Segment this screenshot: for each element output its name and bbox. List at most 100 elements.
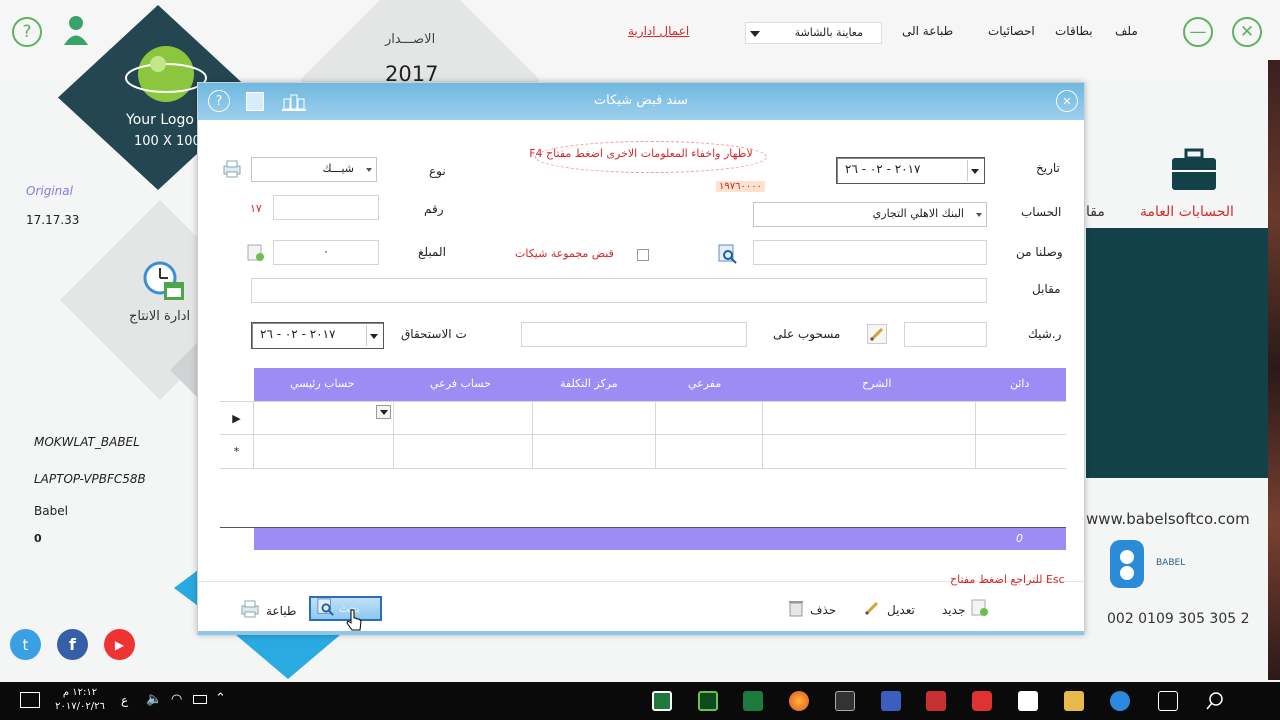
esc-hint: للتراجع اضغط مفتاح Esc [950, 573, 1065, 586]
edge-icon[interactable] [1110, 691, 1130, 711]
tools-icon[interactable] [835, 691, 855, 711]
new-button[interactable]: جديد [942, 599, 989, 620]
chevron-down-icon [380, 410, 388, 415]
clock[interactable]: ١٢:١٢ م ٢٠١٧/٠٢/٢٦ [55, 686, 105, 714]
search-icon[interactable] [1205, 691, 1225, 711]
battery-icon[interactable] [193, 695, 207, 704]
decor-blue-arrow [174, 570, 198, 606]
date-picker[interactable]: ٢٠١٧ - ٠٢ - ٢٦ [836, 157, 985, 184]
received-from-input[interactable] [753, 240, 987, 265]
hierarchy-icon[interactable] [282, 93, 306, 111]
type-combo[interactable]: شيـــك [251, 157, 377, 182]
excel-icon[interactable] [743, 691, 763, 711]
close-icon: ✕ [1239, 22, 1255, 42]
firefox-icon[interactable] [789, 691, 809, 711]
col-sub-account: حساب فرعي [430, 377, 491, 390]
language-indicator[interactable]: ع [121, 693, 128, 707]
menu-cards[interactable]: بطاقات [1055, 24, 1093, 38]
col-main-account: حساب رئيسي [290, 377, 355, 390]
col-credit: دائن [1010, 377, 1030, 390]
received-from-label: وصلنا من [1016, 245, 1063, 259]
amount-input[interactable]: ٠ [273, 240, 379, 265]
against-input[interactable] [251, 278, 987, 303]
user-name: MOKWLAT_BABEL [34, 435, 140, 449]
edit-pencil-icon[interactable] [867, 324, 887, 344]
red-app-icon[interactable] [972, 691, 992, 711]
app-c-icon[interactable] [652, 691, 672, 711]
decor-blue-triangle [236, 635, 340, 679]
twitter-icon[interactable]: t [10, 629, 41, 660]
account-combo[interactable]: البنك الاهلي التجاري [753, 202, 987, 227]
dialog-close-button[interactable]: ✕ [1056, 90, 1078, 112]
minimize-icon: — [1189, 22, 1207, 42]
dialog-help-button[interactable]: ? [208, 90, 230, 112]
new-document-icon[interactable] [246, 92, 264, 111]
menu-file[interactable]: ملف [1115, 24, 1138, 38]
logo-line2: 100 X 100 [134, 134, 201, 149]
notifications-icon[interactable] [20, 692, 40, 708]
table-row[interactable]: ▶ [220, 401, 1066, 435]
file-explorer-icon[interactable] [1064, 691, 1084, 711]
version-label: 17.17.33 [26, 213, 80, 227]
minimize-app-button[interactable]: — [1183, 17, 1213, 47]
partial-tile-label[interactable]: مقا [1086, 204, 1105, 220]
close-app-button[interactable]: ✕ [1232, 17, 1262, 47]
main-account-dropdown[interactable] [376, 405, 391, 419]
drawn-on-input[interactable] [521, 322, 747, 347]
close-icon: ✕ [1062, 94, 1072, 108]
edit-button[interactable]: تعديل [863, 599, 915, 620]
table-row[interactable]: * [220, 435, 1066, 469]
printer-icon[interactable] [222, 159, 242, 179]
print-target-value: معاينة بالشاشة [794, 26, 863, 39]
network-app-icon[interactable] [881, 691, 901, 711]
menu-stats[interactable]: احصائيات [988, 24, 1035, 38]
calendar-dropdown-icon[interactable] [967, 160, 982, 181]
print-target-select[interactable]: معاينة بالشاشة [745, 22, 882, 44]
print-button[interactable]: طباعة [240, 599, 296, 622]
receive-group-label: قبض مجموعة شيكات [515, 247, 614, 260]
general-accounts-label[interactable]: الحسابات العامة [1140, 204, 1234, 220]
teal-panel [1086, 228, 1280, 478]
type-value: شيـــك [322, 162, 354, 175]
help-button[interactable]: ? [12, 17, 42, 47]
due-date-picker[interactable]: ٢٠١٧ - ٠٢ - ٢٦ [251, 322, 384, 349]
number-label: رقم [424, 202, 444, 216]
app-c2-icon[interactable] [698, 691, 718, 711]
receive-group-checkbox[interactable] [637, 249, 649, 261]
search-document-icon [317, 598, 335, 619]
hint-ellipse [535, 141, 767, 173]
youtube-icon[interactable]: ▶ [104, 629, 135, 660]
user-icon[interactable] [63, 14, 89, 46]
delete-button[interactable]: حذف [788, 599, 836, 620]
search-document-icon[interactable] [718, 244, 738, 264]
original-label: Original [26, 184, 73, 198]
help-icon: ? [22, 22, 32, 42]
add-document-icon[interactable] [247, 244, 265, 262]
babel-logo-icon [1110, 540, 1150, 590]
print-button-label: طباعة [266, 603, 297, 618]
total-value: 0 [1016, 532, 1023, 545]
number-input[interactable] [273, 195, 379, 220]
add-document-icon [971, 599, 989, 620]
amount-red-label: ١٩٧٦٠٠٠٠ [716, 181, 765, 192]
task-view-icon[interactable] [1158, 691, 1178, 711]
menu-print-to[interactable]: طباعة الى [902, 24, 953, 38]
background-photo-strip [1268, 60, 1280, 680]
facebook-icon[interactable]: f [57, 629, 88, 660]
wifi-icon[interactable]: ◠ [171, 692, 182, 707]
cheque-no-input[interactable] [904, 322, 987, 347]
store-icon[interactable] [1018, 691, 1038, 711]
chevron-up-icon[interactable]: ⌃ [215, 691, 226, 706]
calendar-dropdown-icon[interactable] [366, 325, 381, 346]
menu-admin-work[interactable]: اعمال ادارية [628, 24, 689, 38]
drawn-on-label: مسحوب على [773, 327, 841, 341]
dialog-bottom-bar [198, 631, 1084, 635]
pdf-icon[interactable] [926, 691, 946, 711]
amount-label: المبلغ [418, 245, 446, 259]
briefcase-icon [1170, 148, 1218, 192]
amount-value: ٠ [323, 245, 329, 258]
account-label: الحساب [1021, 205, 1062, 219]
edit-button-label: تعديل [887, 602, 915, 617]
company-name: Babel [34, 504, 68, 518]
volume-icon[interactable]: 🔈 [146, 692, 162, 707]
